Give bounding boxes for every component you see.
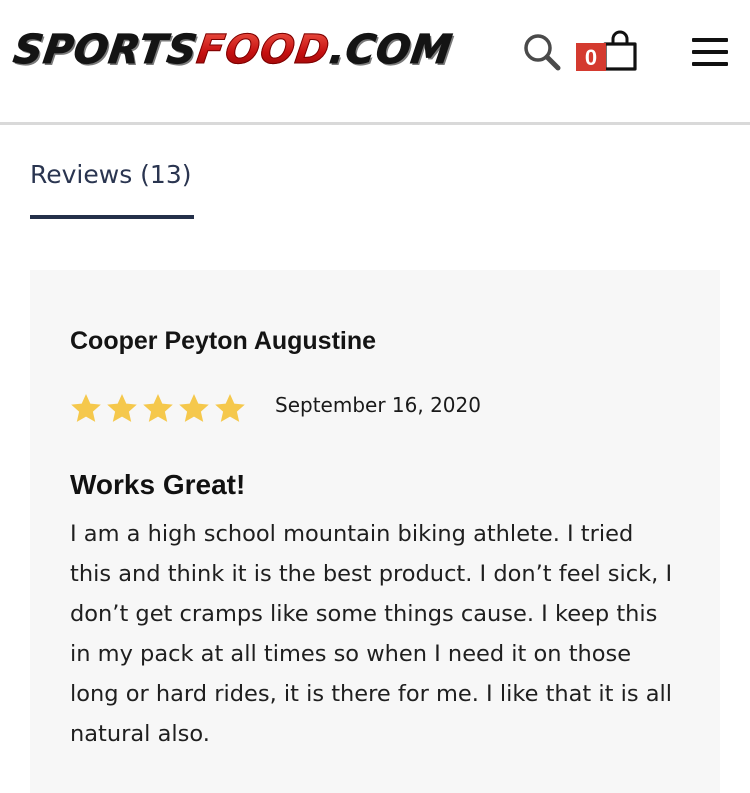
hamburger-menu-icon[interactable] bbox=[692, 38, 728, 68]
cart-count-badge: 0 bbox=[576, 43, 606, 71]
review-title: Works Great! bbox=[70, 469, 246, 500]
star-icon bbox=[71, 394, 101, 422]
tab-active-indicator bbox=[30, 215, 194, 219]
review-author: Cooper Peyton Augustine bbox=[70, 327, 377, 355]
search-icon[interactable] bbox=[522, 32, 562, 72]
review-body-line: long or hard rides, it is there for me. … bbox=[70, 681, 673, 707]
product-reviews-page: SPORTSFOOD.COM 0 Reviews (13) Cooper Pey… bbox=[0, 0, 750, 793]
site-header: SPORTSFOOD.COM 0 bbox=[0, 0, 750, 122]
review-body-line: in my pack at all times so when I need i… bbox=[70, 641, 632, 667]
review-body-line: natural also. bbox=[70, 721, 210, 747]
cart-button[interactable]: 0 bbox=[576, 30, 640, 74]
shopping-bag-icon bbox=[602, 30, 638, 72]
tab-reviews[interactable]: Reviews (13) bbox=[30, 155, 194, 195]
review-date: September 16, 2020 bbox=[275, 393, 481, 417]
logo-text-food: FOOD bbox=[194, 27, 334, 74]
logo-text-com: .COM bbox=[326, 27, 456, 74]
logo-text-sports: SPORTS bbox=[10, 27, 201, 74]
review-body: I am a high school mountain biking athle… bbox=[70, 514, 700, 754]
star-icon bbox=[143, 394, 173, 422]
sportsfood-logo[interactable]: SPORTSFOOD.COM bbox=[10, 22, 456, 78]
star-icon bbox=[179, 394, 209, 422]
header-divider bbox=[0, 122, 750, 125]
star-rating bbox=[68, 391, 248, 427]
star-icon bbox=[215, 394, 245, 422]
review-body-line: don’t get cramps like some things cause.… bbox=[70, 601, 658, 627]
review-body-line: I am a high school mountain biking athle… bbox=[70, 521, 634, 547]
star-icon bbox=[107, 394, 137, 422]
review-body-line: this and think it is the best product. I… bbox=[70, 561, 673, 587]
